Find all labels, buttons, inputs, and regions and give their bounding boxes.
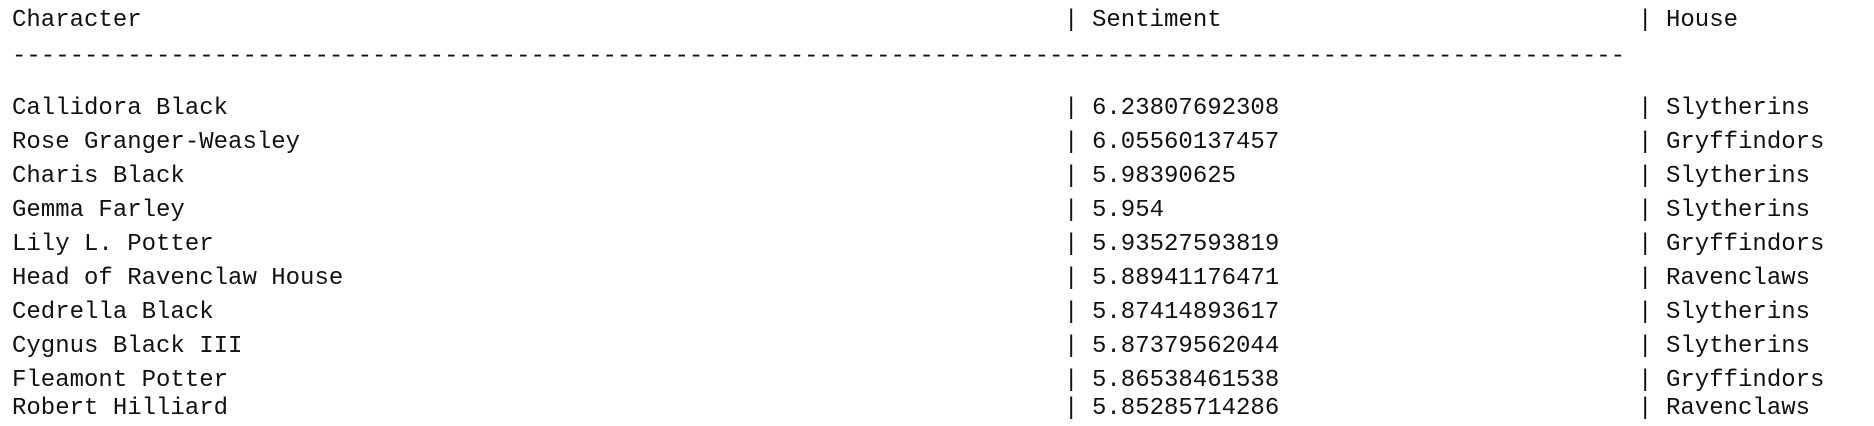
column-separator: | (1064, 7, 1079, 34)
sentiment-cell: 5.954 (1092, 197, 1165, 224)
table-row: Lily L. Potter | 5.93527593819 | Gryffin… (12, 228, 1824, 262)
house-cell: Gryffindors (1666, 129, 1825, 156)
house-cell: Gryffindors (1666, 231, 1825, 258)
header-sentiment: Sentiment (1092, 7, 1222, 34)
sentiment-cell: 5.88941176471 (1092, 265, 1280, 292)
column-separator: | (1064, 333, 1079, 360)
column-separator: | (1638, 197, 1653, 224)
table-row: Gemma Farley | 5.954 | Slytherins (12, 194, 1810, 228)
text-table-output: Character | Sentiment | House ----------… (0, 0, 1874, 426)
column-separator: | (1638, 129, 1653, 156)
table-row: Robert Hilliard | 5.85285714286 | Ravenc… (12, 392, 1810, 426)
column-separator: | (1064, 231, 1079, 258)
header-divider: ----------------------------------------… (12, 43, 1626, 70)
sentiment-cell: 5.98390625 (1092, 163, 1237, 190)
character-cell: Charis Black (12, 163, 185, 190)
column-separator: | (1064, 197, 1079, 224)
house-cell: Slytherins (1666, 333, 1811, 360)
house-cell: Slytherins (1666, 197, 1811, 224)
table-row: Rose Granger-Weasley | 6.05560137457 | G… (12, 126, 1824, 160)
column-separator: | (1638, 299, 1653, 326)
house-cell: Slytherins (1666, 299, 1811, 326)
column-separator: | (1638, 231, 1653, 258)
table-row: Head of Ravenclaw House | 5.88941176471 … (12, 262, 1810, 296)
column-separator: | (1638, 333, 1653, 360)
column-separator: | (1064, 95, 1079, 122)
table-row: Cedrella Black | 5.87414893617 | Slyther… (12, 296, 1810, 330)
table-row: Charis Black | 5.98390625 | Slytherins (12, 160, 1810, 194)
character-cell: Callidora Black (12, 95, 229, 122)
column-separator: | (1064, 395, 1079, 422)
house-cell: Slytherins (1666, 163, 1811, 190)
sentiment-cell: 6.23807692308 (1092, 95, 1280, 122)
character-cell: Gemma Farley (12, 197, 185, 224)
table-row: Cygnus Black III | 5.87379562044 | Slyth… (12, 330, 1810, 364)
column-separator: | (1638, 7, 1653, 34)
column-separator: | (1638, 395, 1653, 422)
table-row: Callidora Black | 6.23807692308 | Slythe… (12, 92, 1810, 126)
character-cell: Rose Granger-Weasley (12, 129, 301, 156)
column-separator: | (1638, 163, 1653, 190)
column-separator: | (1064, 129, 1079, 156)
sentiment-cell: 5.87379562044 (1092, 333, 1280, 360)
sentiment-cell: 5.85285714286 (1092, 395, 1280, 422)
house-cell: Ravenclaws (1666, 265, 1811, 292)
character-cell: Head of Ravenclaw House (12, 265, 344, 292)
sentiment-cell: 5.93527593819 (1092, 231, 1280, 258)
column-separator: | (1064, 299, 1079, 326)
header-house: House (1666, 7, 1739, 34)
header-character: Character (12, 7, 142, 34)
character-cell: Lily L. Potter (12, 231, 214, 258)
table-header-row: Character | Sentiment | House (12, 4, 1738, 38)
column-separator: | (1064, 265, 1079, 292)
character-cell: Cedrella Black (12, 299, 214, 326)
character-cell: Robert Hilliard (12, 395, 229, 422)
house-cell: Slytherins (1666, 95, 1811, 122)
sentiment-cell: 6.05560137457 (1092, 129, 1280, 156)
column-separator: | (1638, 265, 1653, 292)
sentiment-cell: 5.87414893617 (1092, 299, 1280, 326)
column-separator: | (1064, 163, 1079, 190)
character-cell: Cygnus Black III (12, 333, 243, 360)
column-separator: | (1638, 95, 1653, 122)
house-cell: Ravenclaws (1666, 395, 1811, 422)
